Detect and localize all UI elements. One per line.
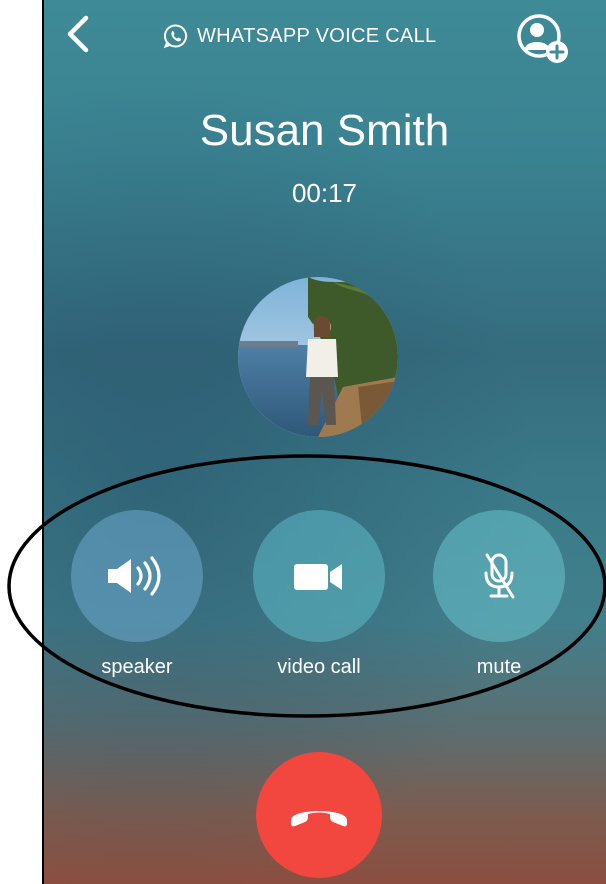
contact-avatar: [238, 277, 398, 437]
add-participant-button[interactable]: [515, 12, 571, 66]
speaker-circle[interactable]: [71, 510, 203, 642]
video-call-circle[interactable]: [253, 510, 385, 642]
hang-up-icon: [291, 811, 347, 827]
contact-name: Susan Smith: [199, 106, 450, 155]
video-camera-icon: [294, 564, 342, 590]
chevron-left-icon: [67, 15, 89, 53]
call-type-label: WHATSAPP VOICE CALL: [197, 24, 437, 47]
end-call-button[interactable]: [256, 752, 382, 878]
speaker-icon: [108, 556, 161, 596]
call-duration: 00:17: [291, 178, 358, 208]
mute-label: mute: [476, 656, 522, 678]
back-button[interactable]: [62, 14, 96, 54]
whatsapp-phone-icon: [163, 24, 188, 49]
speaker-label: speaker: [101, 656, 173, 678]
call-type-header: WHATSAPP VOICE CALL: [163, 22, 436, 50]
video-call-label: video call: [277, 656, 361, 678]
microphone-muted-icon: [484, 553, 515, 599]
add-participant-icon: [517, 14, 568, 63]
speaker-button[interactable]: speaker: [71, 510, 203, 679]
mute-circle[interactable]: [433, 510, 565, 642]
video-call-button[interactable]: video call: [253, 510, 385, 679]
mute-button[interactable]: mute: [433, 510, 565, 679]
